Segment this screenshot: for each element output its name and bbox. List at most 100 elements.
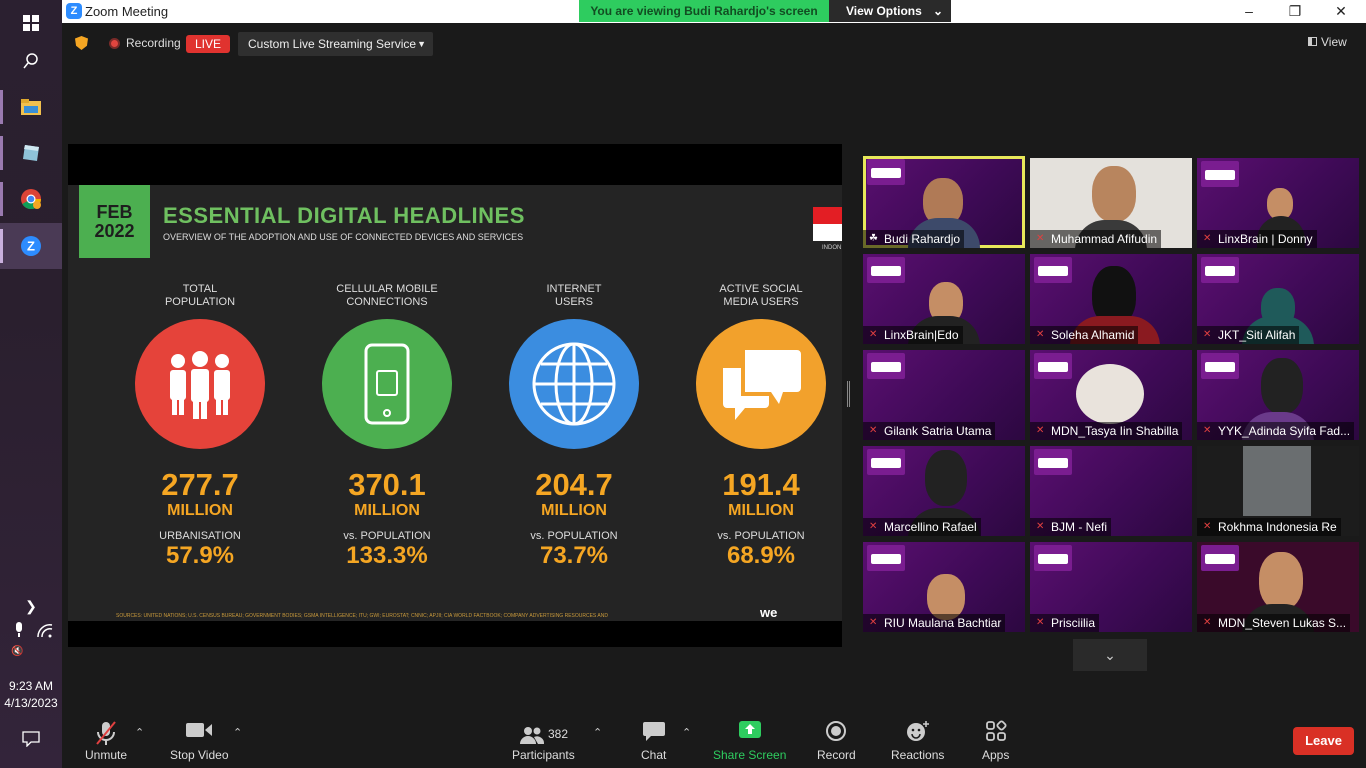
leave-button[interactable]: Leave: [1293, 727, 1354, 755]
apps-label: Apps: [982, 748, 1010, 762]
close-window-button[interactable]: ✕: [1318, 0, 1364, 23]
participant-tile[interactable]: ✕ Muhammad Afifudin: [1030, 158, 1192, 248]
globe-icon: [509, 319, 639, 449]
zoom-meeting-window: Z Zoom Meeting – ❐ ✕ You are viewing Bud…: [62, 0, 1366, 768]
mic-muted-icon: ✕: [1203, 425, 1212, 436]
share-screen-label: Share Screen: [713, 748, 787, 762]
participant-tile[interactable]: ✕ LinxBrain | Donny: [1197, 158, 1359, 248]
record-label: Record: [817, 748, 856, 762]
show-hidden-icons-button[interactable]: ❯: [0, 584, 62, 628]
slide-subtitle: OVERVIEW OF THE ADOPTION AND USE OF CONN…: [163, 232, 524, 242]
chrome-button[interactable]: [0, 176, 62, 222]
view-label: View: [1321, 35, 1347, 49]
mic-muted-icon: ✕: [869, 329, 878, 340]
stop-video-button[interactable]: Stop Video: [170, 720, 229, 762]
event-badge: [1034, 257, 1072, 283]
mic-muted-icon: [85, 720, 127, 748]
participant-name: ✕ LinxBrain|Edo: [863, 326, 963, 344]
participant-tile[interactable]: ✕ RIU Maulana Bachtiar: [863, 542, 1025, 632]
participant-tile[interactable]: ✕ YYK_Adinda Syifa Fad...: [1197, 350, 1359, 440]
participant-tile[interactable]: ✕ Rokhma Indonesia Re: [1197, 446, 1359, 536]
event-badge: [867, 545, 905, 571]
participant-tile[interactable]: ✕ Soleha Alhamid: [1030, 254, 1192, 344]
split-resize-handle[interactable]: [847, 381, 850, 407]
participant-tile[interactable]: ✕ MDN_Tasya Iin Shabilla: [1030, 350, 1192, 440]
reactions-icon: [891, 720, 944, 748]
mic-muted-icon: ✕: [1036, 329, 1045, 340]
file-explorer-button[interactable]: [0, 84, 62, 130]
gallery-next-page-button[interactable]: ⌄: [1073, 639, 1147, 671]
stat-label: ACTIVE SOCIAL MEDIA USERS: [719, 283, 803, 308]
chat-options-caret[interactable]: ⌃: [682, 726, 691, 739]
mic-muted-icon: ✕: [1203, 329, 1212, 340]
phone-icon: [322, 319, 452, 449]
stat-internet-users: INTERNET USERS 204.7 MILLION vs. POPULATI…: [494, 283, 654, 570]
participant-tile[interactable]: ✕ Marcellino Rafael: [863, 446, 1025, 536]
zoom-taskbar-button[interactable]: Z: [0, 223, 62, 269]
participant-name: ✕ MDN_Tasya Iin Shabilla: [1030, 422, 1183, 440]
stat-sub-label: vs. POPULATION: [717, 530, 805, 542]
video-options-caret[interactable]: ⌃: [233, 726, 242, 739]
participant-tile[interactable]: ✕ Gilank Satria Utama: [863, 350, 1025, 440]
stat-percent: 57.9%: [165, 542, 235, 569]
share-screen-icon: [713, 720, 786, 748]
presentation-slide: FEB 2022 ESSENTIAL DIGITAL HEADLINES OVE…: [68, 185, 842, 621]
view-layout-button[interactable]: View: [1308, 35, 1347, 49]
apps-icon: [982, 720, 1009, 748]
stream-service-label: Custom Live Streaming Service: [248, 37, 417, 51]
participant-name: ☘ Budi Rahardjo: [863, 230, 965, 248]
stat-label: CELLULAR MOBILE CONNECTIONS: [336, 283, 438, 308]
country-label: INDON: [822, 245, 842, 251]
taskbar-clock[interactable]: 9:23 AM 4/13/2023: [0, 678, 62, 712]
participant-tile[interactable]: ☘ Budi Rahardjo: [863, 156, 1025, 248]
participant-tile[interactable]: ✕ MDN_Steven Lukas S...: [1197, 542, 1359, 632]
audio-options-caret[interactable]: ⌃: [135, 726, 144, 739]
participant-video: [1092, 166, 1136, 222]
record-button[interactable]: Record: [817, 720, 856, 762]
stat-unit: MILLION: [167, 502, 233, 519]
event-badge: [867, 449, 905, 475]
zoom-app-icon: Z: [66, 3, 82, 19]
participant-tile[interactable]: ✕ JKT_Siti Alifah: [1197, 254, 1359, 344]
chevron-down-icon: ⌄: [1104, 647, 1116, 663]
security-shield-icon[interactable]: [75, 36, 88, 50]
participant-video: [1076, 364, 1144, 424]
windows-taskbar: Z ❯ 🔇 9:23 AM 4/13/2023: [0, 0, 62, 768]
participants-button[interactable]: 382 Participants: [512, 720, 575, 762]
window-title: Zoom Meeting: [85, 4, 169, 19]
participant-video: [1261, 358, 1303, 414]
live-streaming-dropdown[interactable]: Custom Live Streaming Service ▼: [238, 32, 433, 56]
apps-button[interactable]: Apps: [982, 720, 1009, 762]
slide-title: ESSENTIAL DIGITAL HEADLINES: [163, 203, 525, 228]
participant-name: ✕ JKT_Siti Alifah: [1197, 326, 1300, 344]
reactions-button[interactable]: Reactions: [891, 720, 944, 762]
stat-sub-label: URBANISATION: [159, 530, 241, 542]
wifi-tray-icon[interactable]: [37, 624, 53, 643]
shared-screen[interactable]: FEB 2022 ESSENTIAL DIGITAL HEADLINES OVE…: [68, 144, 842, 647]
view-options-button[interactable]: View Options ⌄: [829, 0, 951, 22]
search-button[interactable]: [0, 38, 62, 84]
notification-center-icon[interactable]: [22, 731, 40, 752]
live-badge[interactable]: LIVE: [186, 35, 230, 53]
participant-tile[interactable]: ✕ BJM - Nefi: [1030, 446, 1192, 536]
zoom-icon: Z: [21, 236, 41, 256]
volume-mute-tray-icon[interactable]: 🔇: [11, 646, 23, 657]
participant-name: ✕ Gilank Satria Utama: [863, 422, 996, 440]
minimize-button[interactable]: –: [1226, 0, 1272, 23]
stat-social-media-users: ACTIVE SOCIAL MEDIA USERS 191.4 MILLION v…: [681, 283, 841, 570]
share-screen-button[interactable]: Share Screen: [713, 720, 786, 762]
view-options-label: View Options: [846, 4, 922, 18]
notes-app-button[interactable]: [0, 130, 62, 176]
microphone-tray-icon[interactable]: [13, 622, 25, 643]
date-month: FEB: [96, 202, 133, 222]
unmute-button[interactable]: Unmute: [85, 720, 127, 762]
participant-tile[interactable]: ✕ LinxBrain|Edo: [863, 254, 1025, 344]
maximize-button[interactable]: ❐: [1272, 0, 1318, 23]
event-badge: [1201, 545, 1239, 571]
clock-time: 9:23 AM: [8, 679, 54, 693]
participant-tile[interactable]: ✕ Prisciilia: [1030, 542, 1192, 632]
mic-muted-icon: ✕: [1203, 233, 1212, 244]
mic-muted-icon: ✕: [1036, 233, 1045, 244]
chat-button[interactable]: Chat: [641, 720, 666, 762]
participants-options-caret[interactable]: ⌃: [593, 726, 602, 739]
